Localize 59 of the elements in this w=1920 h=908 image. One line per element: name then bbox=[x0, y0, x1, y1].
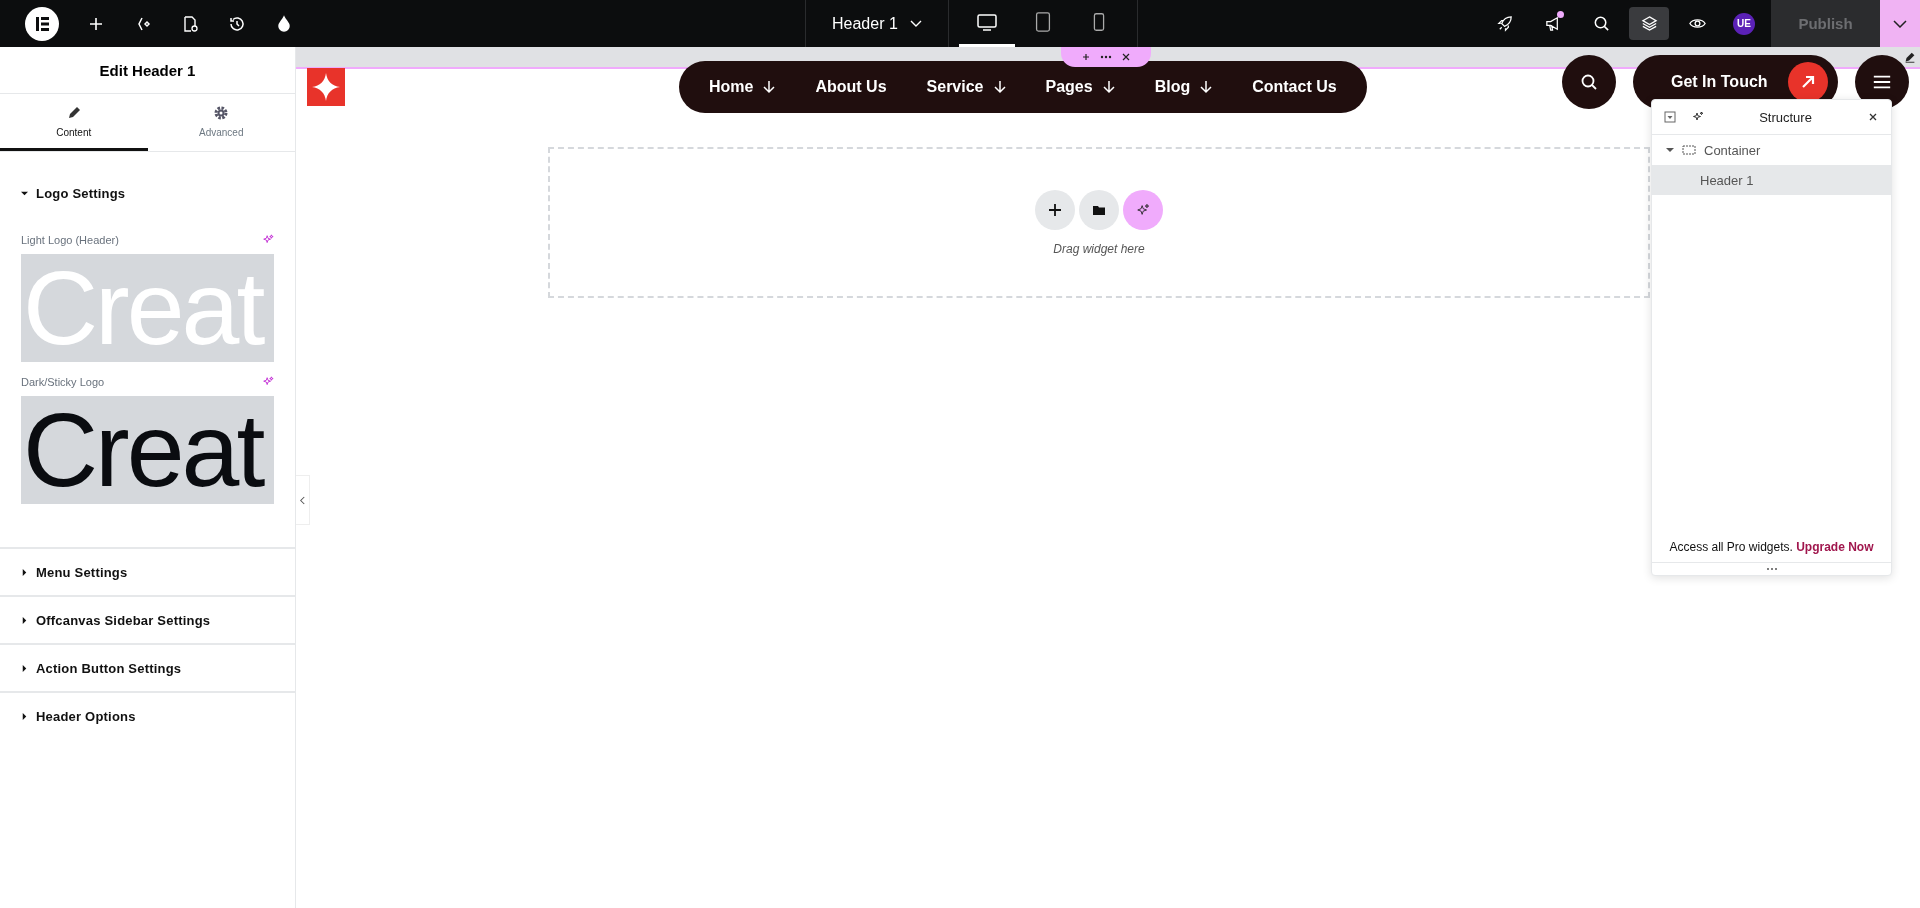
layers-button[interactable] bbox=[1629, 7, 1669, 40]
resize-handle[interactable] bbox=[1765, 567, 1778, 571]
search-icon bbox=[1579, 72, 1599, 92]
tree-item[interactable]: Container bbox=[1652, 135, 1891, 165]
chevron-icon bbox=[299, 495, 306, 505]
logo-icon[interactable] bbox=[25, 6, 59, 41]
caret-icon bbox=[21, 568, 28, 576]
caret-icon bbox=[1893, 19, 1907, 28]
arrow-down-icon bbox=[1200, 80, 1213, 94]
arrow-down-icon bbox=[1102, 80, 1115, 94]
folder-button[interactable] bbox=[1079, 189, 1119, 230]
drop-hint: Drag widget here bbox=[1053, 241, 1145, 256]
upgrade-link[interactable]: Upgrade Now bbox=[1796, 540, 1874, 554]
add-icon bbox=[1048, 202, 1062, 217]
nav-link[interactable]: Contact Us bbox=[1252, 78, 1337, 96]
arrow-down-icon bbox=[763, 80, 776, 94]
section-header[interactable]: Offcanvas Sidebar Settings bbox=[0, 597, 295, 643]
caret-icon bbox=[21, 616, 28, 624]
collapse-handle[interactable] bbox=[296, 475, 310, 525]
edit-icon[interactable] bbox=[1903, 50, 1917, 64]
rocket-icon bbox=[1495, 14, 1515, 33]
caret-icon bbox=[21, 189, 28, 197]
monitor-icon bbox=[975, 11, 998, 33]
tree-label: Container bbox=[1704, 142, 1761, 158]
close-icon[interactable] bbox=[1867, 111, 1879, 123]
caret-icon bbox=[21, 712, 28, 720]
tree-item[interactable]: Header 1 bbox=[1652, 165, 1891, 195]
nav-link[interactable]: Pages bbox=[1045, 78, 1115, 96]
promo-text: Access all Pro widgets. bbox=[1669, 540, 1793, 554]
panel-title: Edit Header 1 bbox=[0, 47, 295, 94]
search-button[interactable] bbox=[1562, 55, 1616, 109]
panel-tab[interactable]: Advanced bbox=[147, 94, 295, 151]
caret-icon bbox=[909, 19, 922, 28]
section-header[interactable]: Menu Settings bbox=[0, 549, 295, 595]
field-label: Dark/Sticky Logo bbox=[21, 376, 105, 388]
container-icon bbox=[1682, 145, 1696, 155]
arrow-down-icon bbox=[993, 80, 1006, 94]
section-header[interactable]: Logo Settings bbox=[0, 152, 295, 234]
section-header[interactable]: Header Options bbox=[0, 693, 295, 739]
nav-link[interactable]: About Us bbox=[815, 78, 887, 96]
add-button[interactable] bbox=[1035, 189, 1075, 230]
collapse-icon[interactable] bbox=[1664, 111, 1676, 123]
layers-icon bbox=[1639, 14, 1659, 33]
nav-link[interactable]: Service bbox=[926, 78, 1006, 96]
panel-title: Structure bbox=[1758, 109, 1813, 125]
panel-tab[interactable]: Content bbox=[0, 94, 148, 151]
section-header[interactable]: Action Button Settings bbox=[0, 645, 295, 691]
ai-button[interactable] bbox=[1123, 189, 1163, 230]
caret-icon bbox=[21, 664, 28, 672]
logo-preview[interactable]: Creat bbox=[21, 396, 274, 504]
nav-link[interactable]: Blog bbox=[1154, 78, 1213, 96]
close-icon[interactable] bbox=[1122, 53, 1130, 61]
nav-link[interactable]: Home bbox=[709, 78, 776, 96]
field-label: Light Logo (Header) bbox=[21, 234, 119, 246]
user-avatar[interactable]: UE bbox=[1733, 12, 1755, 35]
caret-icon bbox=[1666, 146, 1674, 154]
add-icon[interactable] bbox=[1082, 53, 1090, 61]
gear-icon bbox=[213, 104, 230, 121]
more-icon[interactable] bbox=[1100, 53, 1112, 61]
